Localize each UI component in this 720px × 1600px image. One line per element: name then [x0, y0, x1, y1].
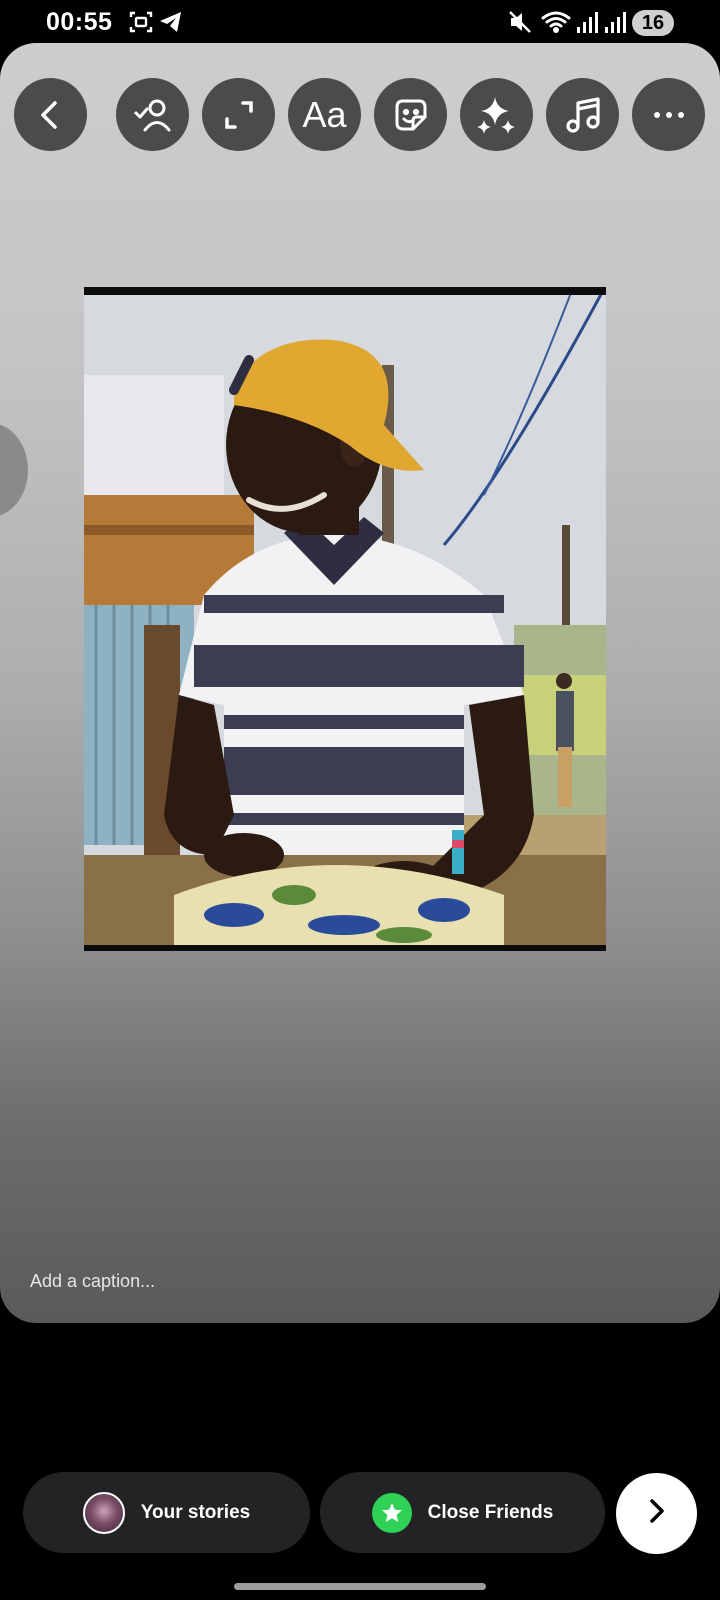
next-button[interactable] — [616, 1473, 697, 1554]
sticker-icon — [391, 95, 431, 135]
expand-icon — [221, 97, 257, 133]
your-stories-button[interactable]: Your stories — [23, 1472, 310, 1553]
wifi-icon — [540, 9, 572, 40]
caption-input[interactable]: Add a caption... — [30, 1271, 155, 1292]
side-drawer-handle[interactable] — [0, 423, 28, 517]
sparkles-icon — [475, 93, 519, 137]
telegram-icon — [158, 9, 184, 40]
back-button[interactable] — [14, 78, 87, 151]
mute-icon — [508, 9, 532, 40]
avatar — [82, 1491, 125, 1534]
close-friends-label: Close Friends — [427, 1501, 554, 1523]
chevron-left-icon — [34, 98, 68, 132]
photo-illustration — [84, 295, 606, 945]
more-button[interactable] — [632, 78, 705, 151]
mention-button[interactable] — [116, 78, 189, 151]
effects-button[interactable] — [460, 78, 533, 151]
star-icon — [371, 1492, 412, 1533]
your-stories-label: Your stories — [140, 1501, 251, 1523]
signal-icon — [604, 9, 626, 40]
close-friends-button[interactable]: Close Friends — [320, 1472, 605, 1553]
chevron-right-icon — [644, 1496, 670, 1531]
story-photo[interactable] — [84, 287, 606, 951]
home-indicator[interactable] — [234, 1583, 486, 1590]
resize-button[interactable] — [202, 78, 275, 151]
sticker-button[interactable] — [374, 78, 447, 151]
music-note-icon — [564, 95, 602, 135]
story-canvas[interactable]: Aa Add a caption... — [0, 43, 720, 1323]
battery-level: 16 — [632, 10, 674, 36]
text-icon: Aa — [302, 93, 347, 135]
person-check-icon — [133, 97, 173, 133]
clock: 00:55 — [46, 8, 113, 36]
music-button[interactable] — [546, 78, 619, 151]
text-tool-button[interactable]: Aa — [288, 78, 361, 151]
status-bar: 00:55 16 — [0, 0, 720, 44]
more-icon — [651, 110, 687, 120]
screenshot-icon — [128, 9, 154, 40]
photo-content — [84, 295, 606, 945]
signal-icon — [576, 9, 598, 40]
